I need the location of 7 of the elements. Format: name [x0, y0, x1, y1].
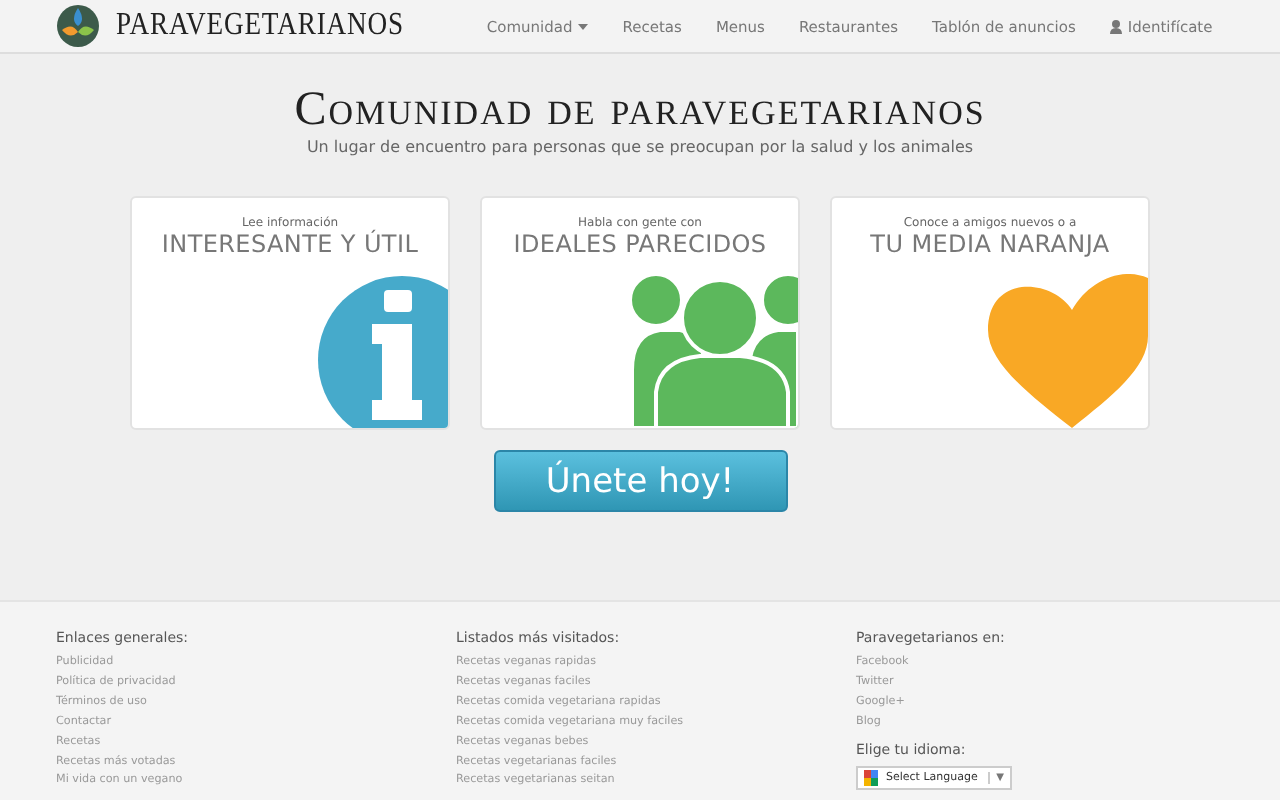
card-headline: TU MEDIA NARANJA: [870, 230, 1110, 258]
page-subtitle: Un lugar de encuentro para personas que se preocupan por la salud y los animales: [306, 138, 974, 156]
join-button[interactable]: Únete hoy!: [493, 450, 787, 512]
card-headline: IDEALES PARECIDOS: [513, 230, 767, 258]
site-logo-text[interactable]: PARAVEGETARIANOS: [116, 8, 404, 44]
card-headline: INTERESANTE Y ÚTIL: [161, 230, 419, 258]
page-title: Comunidad de paravegetarianos: [294, 82, 986, 138]
